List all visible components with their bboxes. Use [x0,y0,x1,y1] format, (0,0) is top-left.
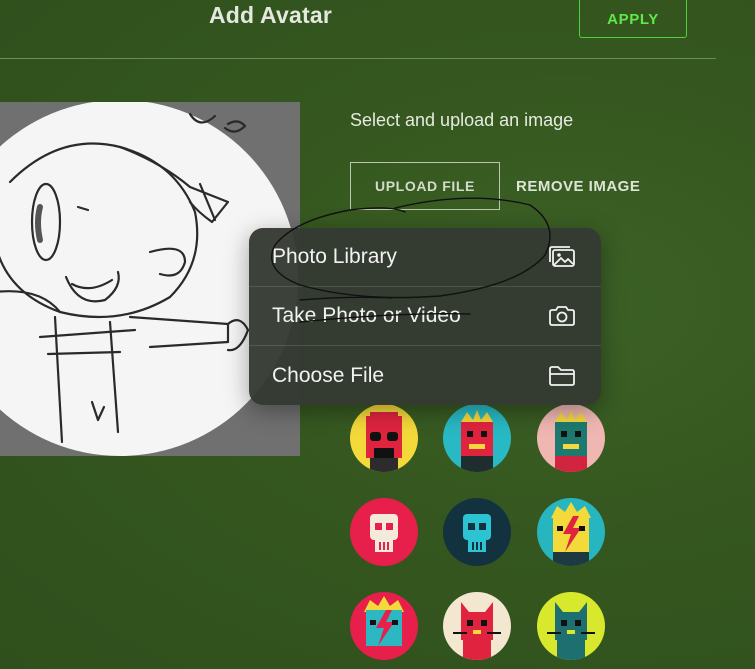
menu-item-label: Choose File [272,363,385,387]
menu-item-take-photo[interactable]: Take Photo or Video [249,287,601,346]
avatar-red-cat-cream[interactable] [443,592,511,660]
avatar-bolt-face-teal[interactable] [537,498,605,566]
avatar-teal-skull-dark[interactable] [443,498,511,566]
photo-library-icon [547,244,577,270]
camera-icon [547,303,577,329]
menu-item-label: Photo Library [272,245,397,268]
avatar-red-crown-teal[interactable] [443,404,511,472]
avatar-teal-cat-lime[interactable] [537,592,605,660]
menu-item-choose-file[interactable]: Choose File [249,346,601,405]
upload-instruction: Select and upload an image [350,110,574,130]
folder-icon [547,363,577,389]
avatar-bolt-face-red[interactable] [350,592,418,660]
menu-item-photo-library[interactable]: Photo Library [249,228,601,287]
menu-item-label: Take Photo or Video [272,304,461,327]
avatar-red-hat-glasses[interactable] [350,404,418,472]
remove-image-button[interactable]: REMOVE IMAGE [508,162,648,210]
file-source-menu: Photo Library Take Photo or Video Choose… [249,228,601,405]
avatar-white-skull-red[interactable] [350,498,418,566]
header-divider [0,58,716,59]
page-title: Add Avatar [209,2,332,28]
upload-file-button[interactable]: UPLOAD FILE [350,162,500,210]
avatar-teal-crown-pink[interactable] [537,404,605,472]
apply-button[interactable]: APPLY [579,0,687,38]
